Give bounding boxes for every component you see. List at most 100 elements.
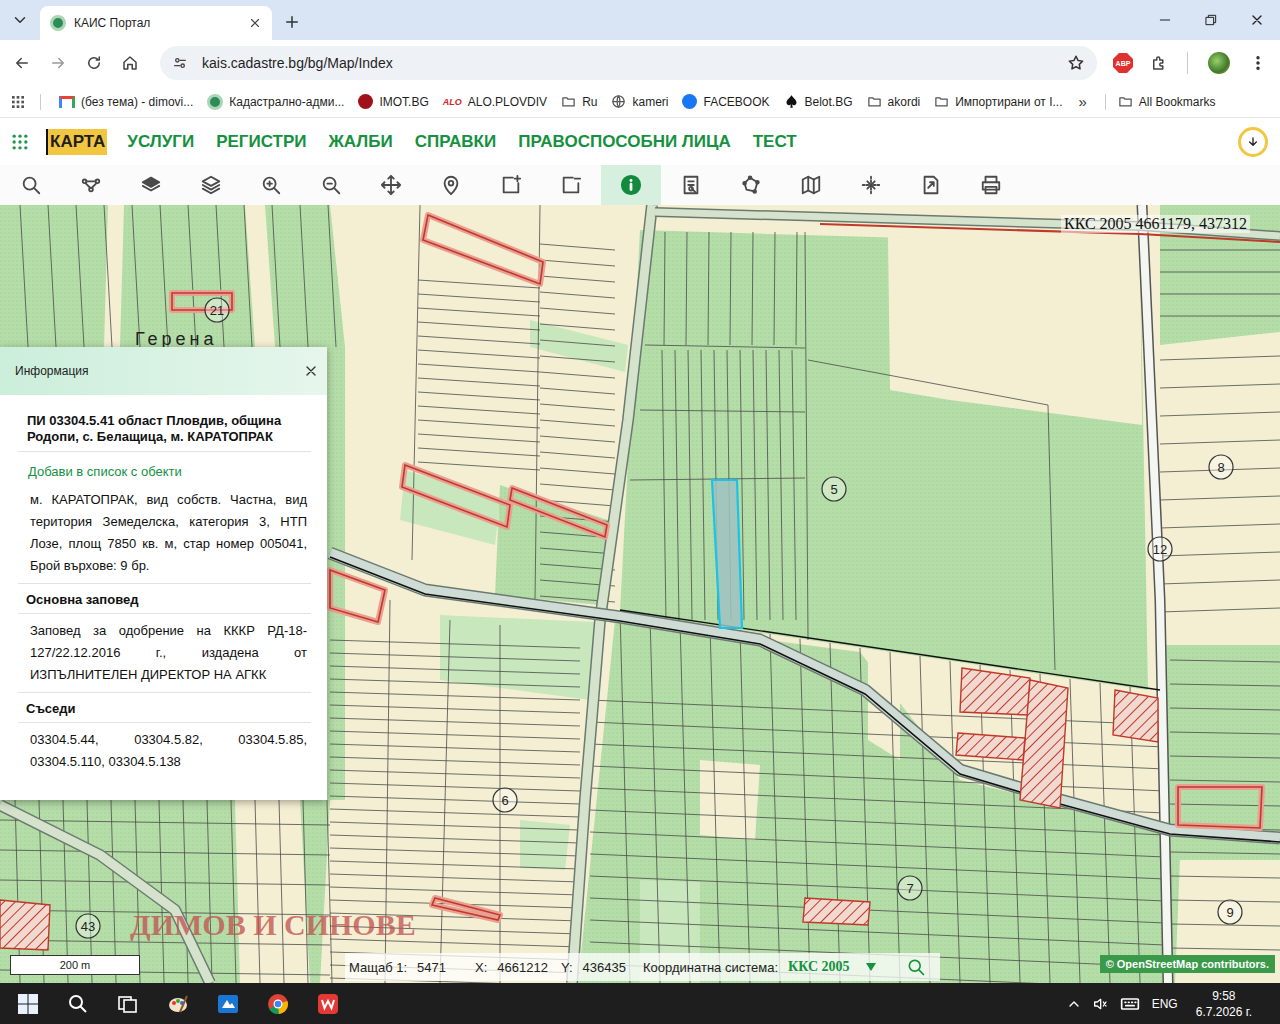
export-icon (920, 174, 942, 196)
window-control[interactable] (1188, 0, 1234, 40)
extensions-button[interactable] (1141, 45, 1177, 81)
nav-button[interactable] (112, 45, 148, 81)
bookmark-label: akordi (888, 95, 921, 109)
map-tool[interactable] (61, 165, 121, 205)
bookmark-star-icon[interactable] (1067, 54, 1085, 72)
map-tool[interactable] (421, 165, 481, 205)
browser-menu[interactable] (1240, 45, 1276, 81)
map-tool[interactable] (241, 165, 301, 205)
nav-item[interactable]: РЕГИСТРИ (212, 129, 308, 155)
start-icon (16, 992, 40, 1016)
nav-button[interactable] (4, 45, 40, 81)
alo-icon: ALO (443, 97, 462, 107)
map-tool[interactable] (901, 165, 961, 205)
keyboard-icon[interactable] (1120, 994, 1140, 1014)
map-tool[interactable] (181, 165, 241, 205)
map-tool[interactable] (1, 165, 61, 205)
map-tool[interactable] (121, 165, 181, 205)
taskbar-app[interactable] (204, 983, 252, 1024)
bookmark-item[interactable]: FACEBOOK (678, 94, 773, 109)
close-icon[interactable] (303, 363, 319, 379)
address-bar[interactable]: kais.cadastre.bg/bg/Map/Index (160, 46, 1097, 80)
map-tool[interactable] (721, 165, 781, 205)
map-tool[interactable] (301, 165, 361, 205)
map-area[interactable]: 21581267439ГеренаДИМОВ И СИНОВЕККС 2005 … (0, 205, 1280, 983)
map-tool[interactable] (601, 165, 661, 205)
status-value: 5471 (417, 960, 446, 975)
facebook-icon (682, 94, 697, 109)
taskbar-app[interactable] (154, 983, 202, 1024)
crs-value[interactable]: ККС 2005 (788, 959, 850, 975)
selected-parcel[interactable] (712, 480, 742, 628)
nav-item[interactable]: ЖАЛБИ (325, 129, 395, 155)
adblock-extension[interactable]: ABP (1113, 53, 1133, 73)
new-tab-button[interactable] (272, 4, 312, 40)
close-icon[interactable] (248, 16, 262, 30)
bookmarks-overflow[interactable]: » (1072, 93, 1092, 110)
app-nav: КАРТА УСЛУГИ РЕГИСТРИ ЖАЛБИ СПРАВКИ ПРАВОСПОС… (0, 118, 1280, 165)
bookmarks-bar: (без тема) - dimovi... Кадастрално-адми..… (0, 86, 1280, 118)
bookmarks-divider (1105, 94, 1106, 110)
rect-add-icon (500, 174, 522, 196)
taskbar-app[interactable] (4, 983, 52, 1024)
nav-button[interactable] (76, 45, 112, 81)
bookmark-item[interactable]: IMOT.BG (354, 94, 432, 109)
window-control[interactable] (1234, 0, 1280, 40)
apps-icon[interactable] (10, 94, 26, 110)
taskbar-app[interactable] (104, 983, 152, 1024)
map-tool[interactable] (541, 165, 601, 205)
bookmark-item[interactable]: Ru (557, 94, 601, 109)
taskbar-app[interactable] (254, 983, 302, 1024)
search-icon (20, 174, 42, 196)
window-control[interactable] (1142, 0, 1188, 40)
crs-selector[interactable]: Координатна система:ККС 2005 (643, 959, 876, 975)
folder-icon (1118, 94, 1133, 109)
map-tool[interactable] (661, 165, 721, 205)
bookmark-item[interactable]: Belot.BG (780, 94, 857, 109)
tab-search-button[interactable] (0, 0, 40, 40)
search-icon[interactable] (906, 957, 926, 977)
dropdown-caret-icon[interactable] (866, 963, 876, 971)
url-text[interactable]: kais.cadastre.bg/bg/Map/Index (202, 55, 1053, 71)
bookmark-item[interactable]: Кадастрално-адми... (203, 94, 348, 110)
taskbar-app[interactable] (304, 983, 352, 1024)
clock[interactable]: 9:586.7.2026 г. (1196, 988, 1252, 1020)
nav-item[interactable]: ПРАВОСПОСОБНИ ЛИЦА (514, 129, 733, 155)
map-tool[interactable] (481, 165, 541, 205)
all-bookmarks[interactable]: All Bookmarks (1118, 94, 1216, 109)
speaker-icon[interactable] (1092, 996, 1108, 1012)
parcel-heading: ПИ 03304.5.41 област Пловдив, община Род… (18, 413, 311, 452)
taskbar-app[interactable] (54, 983, 102, 1024)
tab-label: КАИС Портал (74, 16, 240, 30)
bookmark-label: Кадастрално-адми... (229, 95, 344, 109)
status-field: X:4661212 (475, 960, 561, 975)
site-info-icon[interactable] (172, 55, 188, 71)
bookmark-item[interactable]: Импортирани от I... (930, 94, 1066, 109)
app-menu-icon[interactable] (10, 132, 30, 152)
map-tool[interactable] (961, 165, 1021, 205)
map-tool[interactable] (361, 165, 421, 205)
input-language[interactable]: ENG (1152, 997, 1178, 1011)
profile-avatar[interactable] (1208, 52, 1230, 74)
chevron-up-icon[interactable] (1066, 996, 1082, 1012)
all-bookmarks-label: All Bookmarks (1139, 95, 1216, 109)
bookmark-item[interactable]: akordi (863, 94, 925, 109)
rect-remove-icon (560, 174, 582, 196)
bookmark-item[interactable]: kameri (607, 94, 672, 109)
download-button[interactable] (1238, 127, 1268, 157)
map-attribution[interactable]: © OpenStreetMap contributors. (1100, 955, 1275, 973)
nav-button[interactable] (40, 45, 76, 81)
bookmark-item[interactable]: (без тема) - dimovi... (55, 95, 197, 109)
nav-item[interactable]: СПРАВКИ (411, 129, 499, 155)
nav-item[interactable]: ТЕСТ (749, 129, 799, 155)
add-to-list-link[interactable]: Добави в список с обекти (18, 452, 311, 489)
nav-item[interactable]: КАРТА (46, 129, 107, 155)
nav-item[interactable]: УСЛУГИ (123, 129, 196, 155)
map-tool[interactable] (781, 165, 841, 205)
map-tool[interactable] (841, 165, 901, 205)
bookmark-item[interactable]: ALOALO.PLOVDIV (439, 95, 551, 109)
status-value: 436435 (583, 960, 626, 975)
browser-tab[interactable]: КАИС Портал (40, 6, 272, 40)
block-number: 7 (906, 881, 913, 896)
folder-icon (867, 94, 882, 109)
